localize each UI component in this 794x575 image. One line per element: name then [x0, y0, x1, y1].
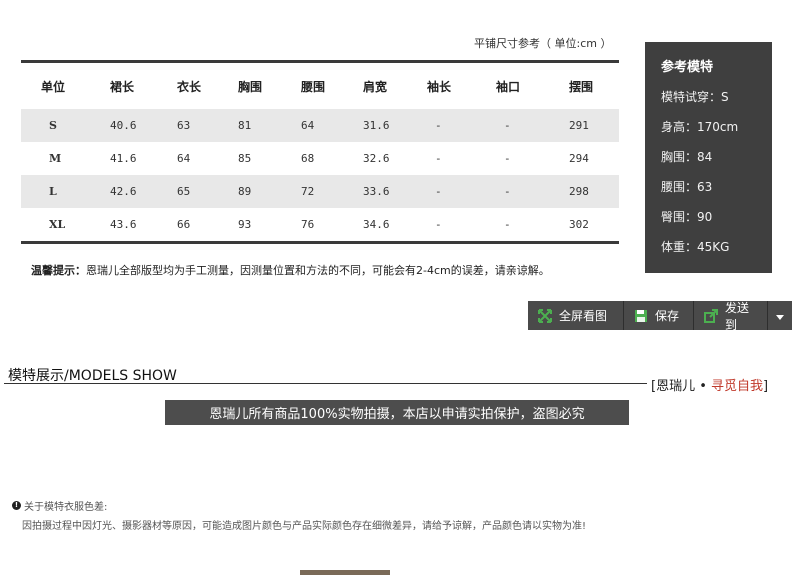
table-cell: 64 — [301, 109, 363, 142]
table-cell: 32.6 — [363, 152, 390, 165]
table-cell: 93 — [238, 218, 252, 231]
table-cell: 63 — [177, 109, 238, 142]
table-cell: - — [435, 218, 442, 231]
header-cell: 肩宽 — [363, 79, 388, 94]
table-cell: 41.6 — [110, 152, 137, 165]
caret-down-icon — [776, 309, 784, 323]
table-cell: - — [427, 175, 496, 208]
model-info-row: 身高：170cm — [661, 120, 739, 134]
table-header-row: 单位 裙长 衣长 胸围 腰围 肩宽 袖长 袖口 摆围 — [21, 63, 619, 109]
model-info-row: 模特试穿：S — [661, 90, 729, 104]
info-icon: ! — [12, 501, 21, 510]
table-cell: L — [21, 175, 110, 208]
image-edge — [300, 570, 390, 575]
model-info-panel: 参考模特 模特试穿：S 身高：170cm 胸围：84 腰围：63 臀围：90 体… — [645, 42, 772, 273]
table-cell: - — [496, 109, 569, 142]
table-cell: 66 — [177, 218, 191, 231]
share-icon — [704, 308, 718, 323]
table-cell: 298 — [569, 175, 619, 208]
section-divider — [4, 383, 647, 384]
header-cell: 摆围 — [569, 79, 594, 94]
model-info-row: 臀围：90 — [661, 210, 713, 224]
expand-icon — [538, 308, 552, 323]
table-cell: - — [504, 218, 511, 231]
brand-dot: • — [695, 379, 712, 394]
table-row: L 42.6 65 89 72 33.6 - - 298 — [21, 175, 619, 208]
table-cell: - — [427, 109, 496, 142]
send-to-dropdown[interactable] — [768, 301, 792, 330]
model-info-row: 腰围：63 — [661, 180, 713, 194]
table-cell: 68 — [301, 152, 315, 165]
header-cell: 裙长 — [110, 79, 135, 94]
table-cell: S — [21, 109, 110, 142]
table-cell: 89 — [238, 175, 301, 208]
table-cell: - — [496, 175, 569, 208]
table-cell: 43.6 — [110, 218, 137, 231]
header-cell: 衣长 — [177, 79, 202, 94]
brand-slogan: [恩瑞儿 • 寻觅自我] — [651, 375, 768, 394]
table-cell: 40.6 — [110, 109, 177, 142]
header-cell: 胸围 — [238, 79, 263, 94]
table-cell: 81 — [238, 109, 301, 142]
brand-name: [恩瑞儿 — [651, 379, 696, 394]
size-caption: 平铺尺寸参考（ 单位:cm ） — [474, 37, 612, 50]
header-cell: 袖口 — [496, 79, 521, 94]
fullscreen-button[interactable]: 全屏看图 — [528, 301, 624, 330]
table-row: XL 43.6 66 93 76 34.6 - - 302 — [21, 208, 619, 241]
image-toolbar: 全屏看图 保存 发送到 — [528, 300, 792, 332]
table-cell: 291 — [569, 109, 619, 142]
size-table: 单位 裙长 衣长 胸围 腰围 肩宽 袖长 袖口 摆围 S 40.6 63 81 … — [21, 60, 619, 244]
send-to-button[interactable]: 发送到 — [694, 300, 768, 332]
fullscreen-label: 全屏看图 — [559, 309, 608, 323]
table-cell: - — [504, 152, 511, 165]
brand-highlight: 寻觅自我 — [711, 379, 764, 394]
table-cell: 65 — [177, 175, 238, 208]
tip-label: 温馨提示： — [31, 264, 86, 277]
table-row: S 40.6 63 81 64 31.6 - - 291 — [21, 109, 619, 142]
table-cell: 85 — [238, 152, 252, 165]
warm-tip: 温馨提示：恩瑞儿全部版型均为手工测量，因测量位置和方法的不同，可能会有2-4cm… — [31, 262, 550, 278]
save-button[interactable]: 保存 — [624, 301, 694, 330]
color-note: ! 关于模特衣服色差: 因拍摄过程中因灯光、摄影器材等原因，可能造成图片颜色与产… — [12, 498, 586, 532]
table-cell: 294 — [569, 152, 589, 165]
brand-close: ] — [763, 379, 769, 394]
table-cell: 33.6 — [363, 175, 427, 208]
model-panel-title: 参考模特 — [661, 60, 714, 75]
table-cell: 76 — [301, 218, 315, 231]
tip-text: 恩瑞儿全部版型均为手工测量，因测量位置和方法的不同，可能会有2-4cm的误差，请… — [86, 264, 550, 277]
table-cell: 34.6 — [363, 218, 390, 231]
header-cell: 腰围 — [301, 79, 326, 94]
header-cell: 袖长 — [427, 79, 452, 94]
table-cell: M — [49, 152, 62, 165]
header-cell: 单位 — [41, 79, 66, 94]
table-cell: 302 — [569, 218, 589, 231]
floppy-disk-icon — [634, 309, 648, 323]
table-cell: 42.6 — [110, 175, 177, 208]
note-body: 因拍摄过程中因灯光、摄影器材等原因，可能造成图片颜色与产品实际颜色存在细微差异，… — [22, 521, 587, 532]
note-title: 关于模特衣服色差: — [24, 502, 108, 513]
send-to-label: 发送到 — [725, 300, 750, 332]
table-cell: 72 — [301, 175, 363, 208]
table-cell: 64 — [177, 152, 191, 165]
table-cell: 31.6 — [363, 109, 427, 142]
table-cell: XL — [49, 218, 66, 231]
table-row: M 41.6 64 85 68 32.6 - - 294 — [21, 142, 619, 175]
model-info-row: 体重：45KG — [661, 240, 730, 254]
section-title: 模特展示/MODELS SHOW — [8, 368, 177, 384]
model-info-row: 胸围：84 — [661, 150, 713, 164]
table-cell: - — [435, 152, 442, 165]
save-label: 保存 — [655, 309, 680, 323]
photo-protection-banner: 恩瑞儿所有商品100%实物拍摄，本店以申请实拍保护，盗图必究 — [165, 400, 629, 425]
